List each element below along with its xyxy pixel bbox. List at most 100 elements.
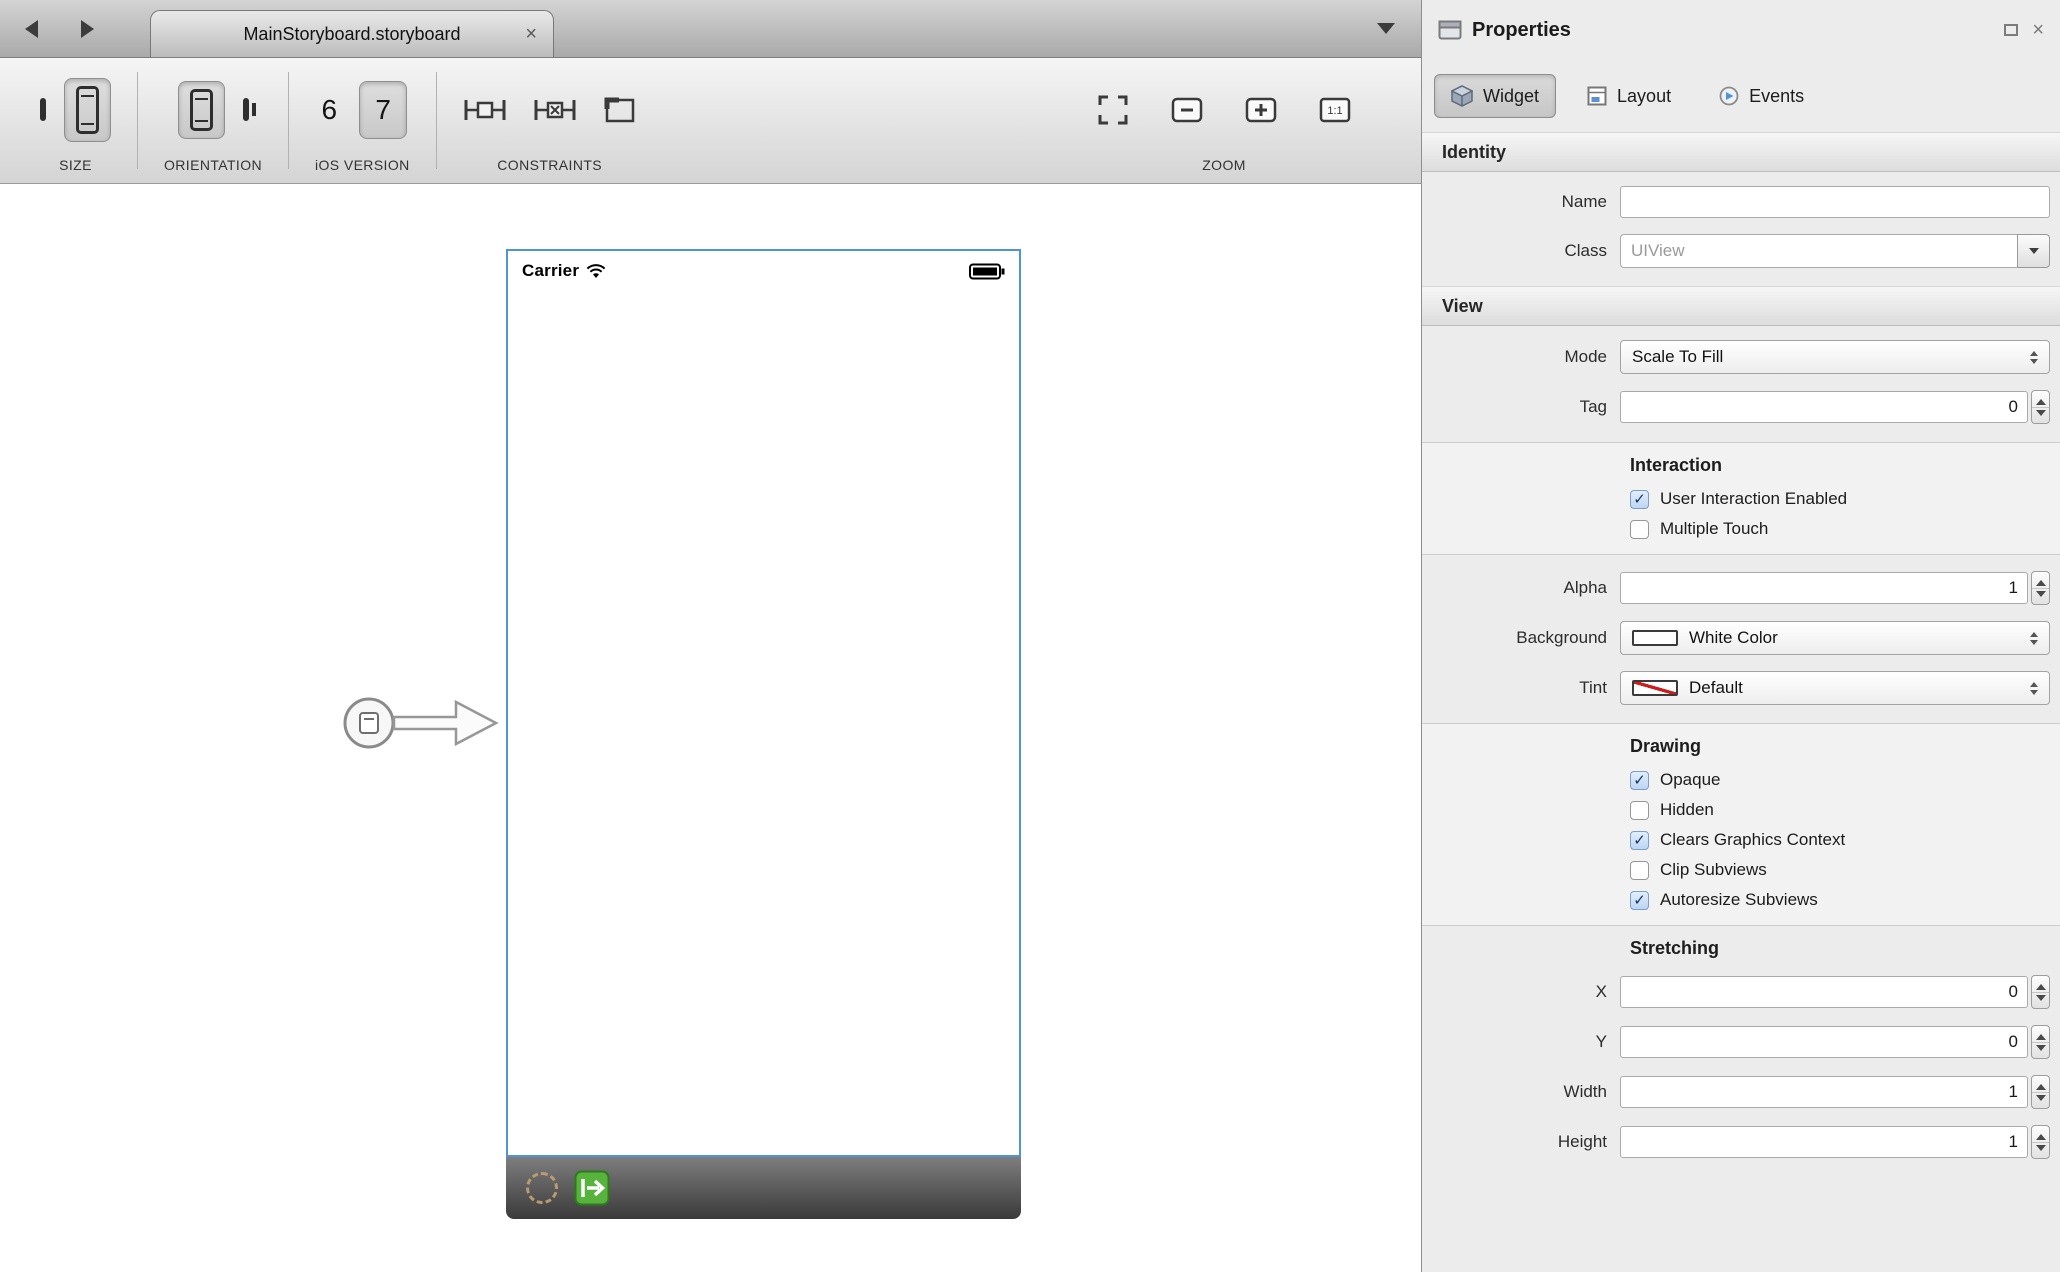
- size-iphone4-button[interactable]: [64, 78, 111, 142]
- stretch-height-row: Height 1: [1422, 1117, 2060, 1167]
- view-section-header: View: [1422, 286, 2060, 326]
- remove-constraint-button[interactable]: [533, 95, 577, 125]
- forward-arrow-icon: [81, 20, 94, 38]
- stretch-x-stepper[interactable]: [2031, 975, 2050, 1009]
- exit-segue-icon[interactable]: [574, 1170, 610, 1206]
- stretch-x-label: X: [1422, 982, 1620, 1002]
- clip-subviews-row: Clip Subviews: [1422, 855, 2060, 885]
- storyboard-designer-window: MainStoryboard.storyboard × SIZE: [0, 0, 2060, 1272]
- alpha-input[interactable]: 1: [1620, 572, 2028, 604]
- multiple-touch-row: Multiple Touch: [1422, 514, 2060, 544]
- background-label: Background: [1422, 628, 1620, 648]
- zoom-in-button[interactable]: [1245, 96, 1277, 124]
- opaque-checkbox[interactable]: ✓: [1630, 771, 1649, 790]
- autoresize-subviews-label: Autoresize Subviews: [1660, 890, 1818, 910]
- add-width-constraint-button[interactable]: [463, 95, 507, 125]
- size-iphone35-button[interactable]: [40, 101, 46, 119]
- tag-stepper[interactable]: [2031, 390, 2050, 424]
- stretch-width-stepper[interactable]: [2031, 1075, 2050, 1109]
- appearance-group: Alpha 1 Background White Color Tint Defa…: [1422, 555, 2060, 723]
- stretch-width-input[interactable]: 1: [1620, 1076, 2028, 1108]
- properties-header: Properties ×: [1422, 0, 2060, 60]
- zoom-group-label: ZOOM: [1202, 157, 1246, 173]
- clip-subviews-label: Clip Subviews: [1660, 860, 1767, 880]
- widget-cube-icon: [1451, 85, 1473, 107]
- tab-events[interactable]: Events: [1702, 75, 1821, 118]
- orientation-portrait-button[interactable]: [178, 81, 225, 139]
- tint-select[interactable]: Default: [1620, 671, 2050, 705]
- zoom-actual-size-button[interactable]: 1:1: [1319, 96, 1351, 124]
- tab-mainstoryboard[interactable]: MainStoryboard.storyboard ×: [150, 10, 554, 57]
- close-panel-icon[interactable]: ×: [2032, 20, 2044, 40]
- background-select[interactable]: White Color: [1620, 621, 2050, 655]
- tab-layout[interactable]: Layout: [1570, 75, 1688, 118]
- view-controller-scene[interactable]: Carrier: [506, 249, 1021, 1219]
- mode-row: Mode Scale To Fill: [1422, 332, 2060, 382]
- class-combobox[interactable]: UIView: [1620, 234, 2050, 268]
- carrier-label: Carrier: [522, 261, 579, 281]
- zoom-in-icon: [1245, 96, 1277, 124]
- tab-list-dropdown[interactable]: [1377, 0, 1395, 57]
- stretch-height-input[interactable]: 1: [1620, 1126, 2028, 1158]
- stretch-y-input[interactable]: 0: [1620, 1026, 2028, 1058]
- tab-widget-label: Widget: [1483, 86, 1539, 107]
- size-group: SIZE: [14, 58, 137, 183]
- user-interaction-label: User Interaction Enabled: [1660, 489, 1847, 509]
- back-button[interactable]: [20, 15, 42, 43]
- stretch-y-row: Y 0: [1422, 1017, 2060, 1067]
- ios7-button[interactable]: 7: [371, 94, 395, 126]
- alpha-stepper[interactable]: [2031, 571, 2050, 605]
- name-field-row: Name: [1422, 178, 2060, 226]
- clears-graphics-checkbox[interactable]: ✓: [1630, 831, 1649, 850]
- class-value[interactable]: UIView: [1620, 234, 2017, 268]
- mode-select[interactable]: Scale To Fill: [1620, 340, 2050, 374]
- stretch-height-stepper[interactable]: [2031, 1125, 2050, 1159]
- multiple-touch-checkbox[interactable]: [1630, 520, 1649, 539]
- clip-subviews-checkbox[interactable]: [1630, 861, 1649, 880]
- name-input[interactable]: [1620, 186, 2050, 218]
- forward-button[interactable]: [76, 15, 98, 43]
- initial-view-controller-arrow[interactable]: [342, 686, 504, 760]
- back-arrow-icon: [25, 20, 38, 38]
- hidden-checkbox[interactable]: [1630, 801, 1649, 820]
- name-label: Name: [1422, 192, 1620, 212]
- zoom-out-button[interactable]: [1171, 96, 1203, 124]
- zoom-group: 1:1 ZOOM: [1071, 58, 1377, 183]
- clears-graphics-label: Clears Graphics Context: [1660, 830, 1845, 850]
- class-field-row: Class UIView: [1422, 226, 2060, 276]
- storyboard-canvas[interactable]: Carrier: [0, 184, 1421, 1272]
- scene-dock: [506, 1157, 1021, 1219]
- orientation-landscape-button[interactable]: [243, 101, 249, 119]
- first-responder-icon[interactable]: [526, 1172, 558, 1204]
- tab-close-icon[interactable]: ×: [525, 24, 537, 44]
- tint-row: Tint Default: [1422, 663, 2060, 713]
- user-interaction-row: ✓ User Interaction Enabled: [1422, 484, 2060, 514]
- chevron-down-icon: [1377, 23, 1395, 34]
- class-dropdown-button[interactable]: [2017, 234, 2050, 268]
- autoresize-subviews-checkbox[interactable]: ✓: [1630, 891, 1649, 910]
- stretch-x-input[interactable]: 0: [1620, 976, 2028, 1008]
- tint-value: Default: [1689, 678, 1743, 698]
- popup-arrows-icon: [2022, 351, 2038, 364]
- background-value: White Color: [1689, 628, 1778, 648]
- constraints-group-label: CONSTRAINTS: [497, 157, 602, 173]
- tab-widget[interactable]: Widget: [1434, 74, 1556, 118]
- hidden-row: Hidden: [1422, 795, 2060, 825]
- frame-constraint-icon: [603, 95, 637, 125]
- user-interaction-checkbox[interactable]: ✓: [1630, 490, 1649, 509]
- tag-row: Tag 0: [1422, 382, 2060, 432]
- actual-size-icon: 1:1: [1319, 96, 1351, 124]
- frame-constraint-button[interactable]: [603, 95, 637, 125]
- view-controller-view[interactable]: Carrier: [506, 249, 1021, 1157]
- ios6-button[interactable]: 6: [318, 94, 342, 126]
- size-group-label: SIZE: [59, 157, 92, 173]
- interaction-group: Interaction ✓ User Interaction Enabled M…: [1422, 442, 2060, 555]
- tint-label: Tint: [1422, 678, 1620, 698]
- dock-panel-icon[interactable]: [2004, 24, 2018, 36]
- hidden-label: Hidden: [1660, 800, 1714, 820]
- orientation-group: ORIENTATION: [138, 58, 288, 183]
- zoom-fit-button[interactable]: [1097, 94, 1129, 126]
- stretch-y-stepper[interactable]: [2031, 1025, 2050, 1059]
- constraints-group: CONSTRAINTS: [437, 58, 663, 183]
- tag-input[interactable]: 0: [1620, 391, 2028, 423]
